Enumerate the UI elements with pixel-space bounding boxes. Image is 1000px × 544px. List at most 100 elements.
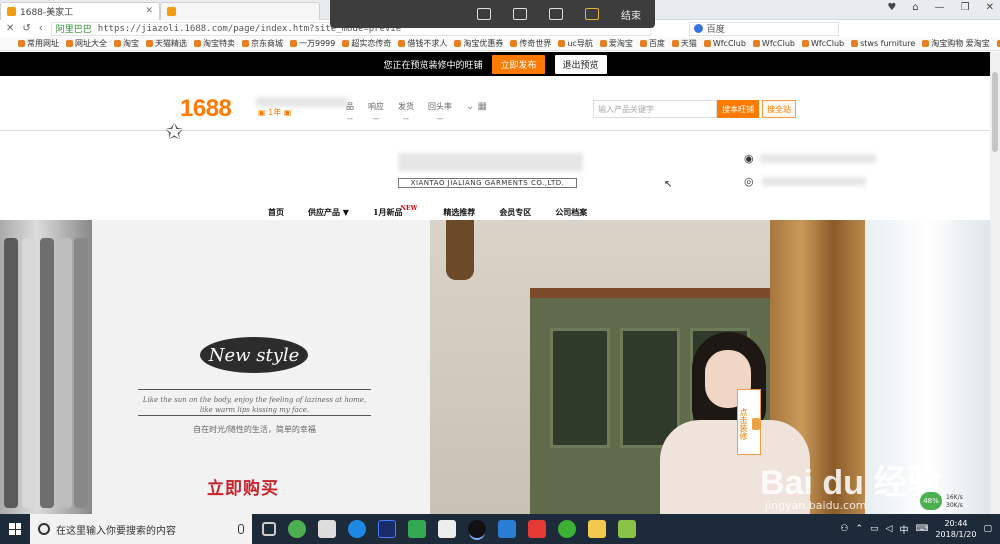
hero-english-text: Like the sun on the body, enjoy the feel… bbox=[142, 396, 367, 414]
bookmark-item[interactable]: 淘宝 bbox=[114, 38, 139, 49]
decorate-side-button[interactable]: 点击装修 bbox=[737, 389, 761, 455]
scrollbar-thumb[interactable] bbox=[992, 72, 998, 152]
shop-search-input[interactable]: 输入产品关键字 bbox=[593, 100, 717, 118]
bookmark-item[interactable]: 京东商城 bbox=[242, 38, 283, 49]
bookmark-item[interactable]: 借钱不求人 bbox=[398, 38, 447, 49]
bookmark-icon bbox=[802, 40, 810, 47]
wechat-icon[interactable]: ◉ bbox=[744, 152, 754, 165]
nav-home[interactable]: 首页 bbox=[268, 207, 284, 218]
screenshot-icon[interactable] bbox=[477, 8, 491, 20]
browser-ie-icon[interactable] bbox=[348, 520, 366, 538]
system-tray: ⚇ ⌃ ▭ ◁ 中 ⌨ 20:44 2018/1/20 ▢ bbox=[840, 518, 1000, 540]
bookmark-item[interactable]: 淘宝特卖 bbox=[194, 38, 235, 49]
app-blue-icon[interactable] bbox=[498, 520, 516, 538]
preview-notice: 您正在预览装修中的旺铺 bbox=[383, 60, 483, 71]
home-icon[interactable]: ⌂ bbox=[912, 2, 918, 13]
bookmark-item[interactable]: WfcClub bbox=[802, 39, 844, 48]
bookmark-item[interactable]: 淘宝优惠券 bbox=[454, 38, 503, 49]
stop-icon[interactable]: ✕ bbox=[6, 23, 14, 34]
volume-icon[interactable]: ◁ bbox=[886, 524, 893, 534]
maximize-button[interactable]: ❐ bbox=[961, 2, 970, 13]
play-store-icon[interactable] bbox=[408, 520, 426, 538]
nav-label: 1月新品 bbox=[372, 206, 403, 217]
bookmark-item[interactable]: 常用网址 bbox=[18, 38, 59, 49]
bookmark-item[interactable]: 网址大全 bbox=[66, 38, 107, 49]
bookmark-item[interactable]: 天猫精选 bbox=[146, 38, 187, 49]
app-red-icon[interactable] bbox=[528, 520, 546, 538]
photoshop-icon[interactable] bbox=[378, 520, 396, 538]
end-recording-button[interactable]: 结束 bbox=[621, 7, 641, 22]
bookmark-item[interactable]: 百度 bbox=[639, 38, 665, 49]
start-button[interactable] bbox=[0, 514, 30, 544]
notifications-icon[interactable]: ▢ bbox=[983, 524, 992, 534]
app-green-icon[interactable] bbox=[618, 520, 636, 538]
favorite-icon[interactable]: ♥ bbox=[887, 2, 896, 13]
bookmark-item[interactable]: uc导航 bbox=[558, 38, 593, 49]
calculator-icon[interactable] bbox=[318, 520, 336, 538]
browser-360-icon[interactable] bbox=[288, 520, 306, 538]
people-icon[interactable]: ⚇ bbox=[840, 524, 848, 534]
microphone-icon[interactable] bbox=[238, 524, 244, 534]
network-percent[interactable]: 48% bbox=[920, 492, 942, 510]
taskbar-search[interactable]: 在这里输入你要搜索的内容 bbox=[30, 514, 252, 544]
network-speed: 16K/s 30K/s bbox=[946, 494, 963, 510]
ime-indicator[interactable]: 中 bbox=[899, 523, 908, 536]
qq-icon[interactable] bbox=[468, 520, 486, 538]
bookmark-item[interactable]: WfcClub bbox=[703, 39, 746, 48]
nav-company-profile[interactable]: 公司档案 bbox=[555, 207, 587, 218]
site-logo[interactable]: 1688 bbox=[180, 95, 232, 123]
file-explorer-icon[interactable] bbox=[588, 520, 606, 538]
bookmark-item[interactable]: 淘宝购物 爱淘宝 bbox=[922, 38, 990, 49]
divider bbox=[138, 415, 371, 416]
tray-expand-icon[interactable]: ⌃ bbox=[855, 524, 863, 534]
weibo-icon[interactable]: ◎ bbox=[744, 175, 754, 188]
bookmark-item[interactable]: 超实恋传奇 bbox=[342, 38, 391, 49]
mail-icon[interactable] bbox=[438, 520, 456, 538]
refresh-icon[interactable]: ↺ bbox=[22, 23, 30, 34]
clock[interactable]: 20:44 2018/1/20 bbox=[935, 518, 976, 540]
bookmark-item[interactable]: 爱淘宝 bbox=[599, 38, 633, 49]
metric-item: 品 -- bbox=[346, 102, 354, 123]
bookmark-item[interactable]: stws furniture bbox=[851, 39, 915, 48]
pin-icon[interactable] bbox=[585, 8, 599, 20]
qr-code-icon[interactable]: ⌄ ▦ bbox=[466, 101, 487, 123]
close-tab-icon[interactable]: ✕ bbox=[145, 6, 153, 16]
nav-january-new[interactable]: 1月新品NEW bbox=[372, 204, 419, 218]
exit-preview-button[interactable]: 退出预览 bbox=[554, 54, 607, 74]
bookmark-item[interactable]: 天猫 bbox=[671, 38, 697, 49]
taskbar-apps bbox=[252, 520, 636, 538]
window-icon[interactable] bbox=[549, 8, 563, 20]
page-scrollbar[interactable] bbox=[990, 52, 1000, 514]
bookmark-item[interactable]: 一万9999 bbox=[290, 38, 335, 49]
new-badge: NEW bbox=[400, 204, 418, 212]
nav-products[interactable]: 供应产品 ▼ bbox=[308, 207, 349, 218]
minimize-button[interactable]: — bbox=[935, 2, 945, 13]
bookmark-icon bbox=[851, 40, 859, 47]
nav-featured[interactable]: 精选推荐 bbox=[443, 207, 475, 218]
bookmark-item[interactable]: WfcClub bbox=[752, 39, 795, 48]
bookmarks-bar: 常用网址 网址大全 淘宝 天猫精选 淘宝特卖 京东商城 一万9999 超实恋传奇 借钱不求人 淘宝… bbox=[0, 37, 1000, 51]
task-view-icon[interactable] bbox=[262, 522, 276, 536]
upload-speed: 16K/s bbox=[946, 494, 963, 501]
back-icon[interactable]: ‹ bbox=[39, 23, 43, 34]
metric-item: 响应 -- bbox=[368, 102, 384, 123]
search-all-site-button[interactable]: 搜全站 bbox=[762, 100, 796, 118]
weibo-id-blurred bbox=[762, 177, 866, 186]
network-icon[interactable]: ▭ bbox=[870, 524, 879, 534]
bookmark-icon bbox=[703, 40, 711, 47]
bookmark-icon bbox=[66, 40, 73, 47]
browser-tab-1688[interactable]: 1688-美家工 ✕ bbox=[0, 1, 160, 20]
close-window-button[interactable]: ✕ bbox=[986, 2, 994, 13]
publish-button[interactable]: 立即发布 bbox=[492, 54, 545, 74]
nav-members[interactable]: 会员专区 bbox=[499, 207, 531, 218]
wechat-app-icon[interactable] bbox=[558, 520, 576, 538]
browser-tab-second[interactable] bbox=[160, 1, 320, 20]
volume-icon[interactable] bbox=[513, 8, 527, 20]
keyboard-icon[interactable]: ⌨ bbox=[915, 524, 928, 534]
buy-now-button[interactable]: 立即购买 bbox=[207, 474, 279, 499]
search-this-shop-button[interactable]: 搜本旺铺 bbox=[717, 100, 759, 118]
bookmark-item[interactable]: 传奇世界 bbox=[510, 38, 551, 49]
bookmark-label: 淘宝优惠券 bbox=[463, 39, 504, 48]
bookmark-label: 爱淘宝 bbox=[608, 39, 633, 48]
search-engine-field[interactable]: 百度 bbox=[688, 21, 839, 36]
